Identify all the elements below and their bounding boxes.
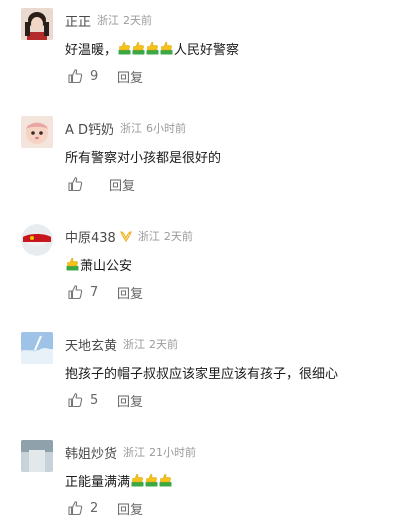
like-count: 7 — [90, 284, 99, 300]
comment-item: 中原438 浙江 2天前 萧山公安 7 回复 — [0, 224, 408, 332]
username[interactable]: A D钙奶 — [65, 119, 114, 138]
comment-text-before: 抱孩子的帽子叔叔应该家里应该有孩子，很细心 — [65, 366, 339, 382]
comment-text: 萧山公安 — [65, 254, 132, 274]
thumbs-up-emoji-icon — [66, 257, 78, 271]
like-button[interactable]: 7 — [67, 284, 100, 300]
reply-button[interactable]: 回复 — [109, 175, 135, 194]
comment-actions: 7 回复 — [67, 282, 143, 302]
thumbs-up-emoji-icon — [131, 473, 144, 487]
like-button[interactable]: 5 — [67, 392, 100, 408]
thumbs-up-emoji-icon — [118, 41, 131, 55]
avatar[interactable] — [21, 224, 53, 256]
thumbs-up-outline-icon — [68, 177, 83, 192]
thumbs-up-emoji-icon — [146, 41, 159, 55]
timestamp: 21小时前 — [149, 446, 197, 459]
thumbs-up-outline-icon — [68, 285, 83, 300]
like-button[interactable]: 9 — [67, 68, 100, 84]
location: 浙江 — [137, 230, 160, 243]
username[interactable]: 中原438 — [65, 227, 116, 246]
reply-button[interactable]: 回复 — [117, 391, 143, 410]
location: 浙江 — [123, 446, 146, 459]
comment-actions: 5 回复 — [67, 390, 143, 410]
comment-item: A D钙奶 浙江 6小时前 所有警察对小孩都是很好的 回复 — [0, 116, 408, 224]
comment-text-before: 正能量满满 — [65, 474, 131, 490]
comment-text-before: 所有警察对小孩都是很好的 — [65, 150, 222, 166]
timestamp: 2天前 — [123, 14, 153, 27]
thumbs-up-outline-icon — [68, 393, 83, 408]
comment-actions: 回复 — [67, 174, 135, 194]
comment-meta: 中原438 浙江 2天前 — [65, 226, 193, 246]
emoji-group — [65, 257, 79, 272]
comment-text: 抱孩子的帽子叔叔应该家里应该有孩子，很细心 — [65, 362, 338, 382]
thumbs-up-emoji-icon — [159, 473, 172, 487]
comment-meta: 韩姐炒货 浙江 21小时前 — [65, 442, 196, 462]
comment-item: 正正 浙江 2天前 好温暖， 人民好警察 9 回复 — [0, 8, 408, 116]
avatar[interactable] — [21, 440, 53, 472]
timestamp: 2天前 — [163, 230, 193, 243]
comment-text-after: 人民好警察 — [174, 42, 240, 58]
emoji-group — [130, 473, 172, 488]
avatar[interactable] — [21, 116, 53, 148]
comment-text-after: 萧山公安 — [80, 258, 133, 274]
comment-text: 好温暖， 人民好警察 — [65, 38, 239, 58]
reply-button[interactable]: 回复 — [117, 499, 143, 518]
comment-text: 所有警察对小孩都是很好的 — [65, 146, 221, 166]
comment-text: 正能量满满 — [65, 470, 173, 490]
comment-item: 天地玄黄 浙江 2天前 抱孩子的帽子叔叔应该家里应该有孩子，很细心 5 回复 — [0, 332, 408, 440]
comment-meta: 天地玄黄 浙江 2天前 — [65, 334, 178, 354]
avatar[interactable] — [21, 332, 53, 364]
comment-meta: A D钙奶 浙江 6小时前 — [65, 118, 186, 138]
reply-button[interactable]: 回复 — [117, 67, 143, 86]
location: 浙江 — [123, 338, 146, 351]
like-count: 2 — [90, 500, 99, 516]
location: 浙江 — [97, 14, 120, 27]
like-button[interactable] — [67, 176, 83, 192]
timestamp: 2天前 — [149, 338, 179, 351]
reply-button[interactable]: 回复 — [117, 283, 143, 302]
emoji-group — [117, 41, 173, 56]
username[interactable]: 正正 — [65, 11, 91, 30]
like-count: 9 — [90, 68, 99, 84]
username[interactable]: 韩姐炒货 — [65, 443, 117, 462]
thumbs-up-emoji-icon — [160, 41, 173, 55]
verified-badge-icon — [119, 231, 132, 242]
thumbs-up-emoji-icon — [145, 473, 158, 487]
thumbs-up-emoji-icon — [132, 41, 145, 55]
like-button[interactable]: 2 — [67, 500, 100, 516]
location: 浙江 — [120, 122, 143, 135]
username[interactable]: 天地玄黄 — [65, 335, 117, 354]
thumbs-up-outline-icon — [68, 69, 83, 84]
comment-actions: 2 回复 — [67, 498, 143, 518]
timestamp: 6小时前 — [146, 122, 187, 135]
thumbs-up-outline-icon — [68, 501, 83, 516]
comment-list: 正正 浙江 2天前 好温暖， 人民好警察 9 回复 A D钙奶 浙江 6小时前 … — [0, 0, 408, 530]
comment-actions: 9 回复 — [67, 66, 143, 86]
like-count: 5 — [90, 392, 99, 408]
avatar[interactable] — [21, 8, 53, 40]
comment-text-before: 好温暖， — [65, 42, 118, 58]
comment-item: 韩姐炒货 浙江 21小时前 正能量满满 2 回复 — [0, 440, 408, 530]
comment-meta: 正正 浙江 2天前 — [65, 10, 152, 30]
